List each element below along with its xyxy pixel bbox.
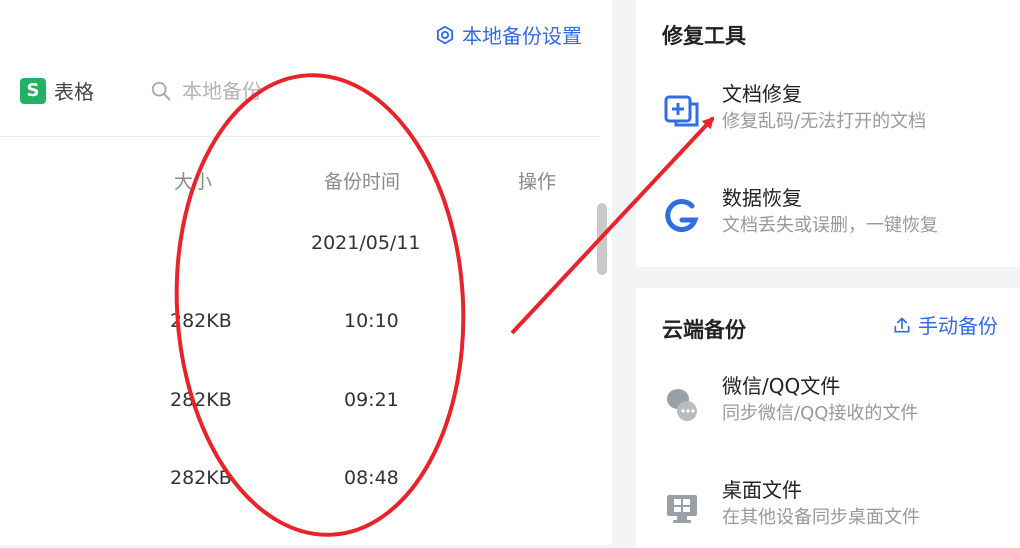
data-recovery-title: 数据恢复	[722, 186, 802, 210]
document-repair-subtitle: 修复乱码/无法打开的文档	[722, 111, 927, 132]
upload-icon	[894, 317, 910, 332]
repair-tools-title: 修复工具	[662, 24, 746, 48]
cloud-backup-card: 云端备份 手动备份 微信/QQ文件 同步微信/QQ接收的文件 桌面文件 在其他设…	[636, 288, 1020, 548]
wechat-qq-files-subtitle: 同步微信/QQ接收的文件	[722, 403, 919, 424]
document-repair-item[interactable]: 文档修复 修复乱码/无法打开的文档	[662, 80, 926, 136]
filter-row: S 表格	[20, 76, 324, 105]
local-backup-settings-link[interactable]: 本地备份设置	[434, 20, 582, 49]
column-header-action: 操作	[518, 171, 557, 193]
gear-icon	[436, 25, 454, 44]
sheet-type-label[interactable]: 表格	[54, 76, 94, 105]
search-input[interactable]	[180, 77, 324, 104]
desktop-files-item[interactable]: 桌面文件 在其他设备同步桌面文件	[662, 476, 920, 532]
row-time: 08:48	[344, 467, 399, 489]
local-backup-settings-label: 本地备份设置	[462, 24, 582, 48]
data-recovery-icon	[665, 199, 699, 232]
cloud-backup-title: 云端备份	[662, 318, 746, 342]
search-icon	[151, 81, 171, 100]
row-time: 09:21	[344, 389, 399, 411]
row-size: 282KB	[170, 310, 232, 332]
column-header-size: 大小	[174, 171, 213, 193]
date-group-label: 2021/05/11	[311, 232, 421, 254]
sheet-type-icon[interactable]: S	[20, 77, 46, 104]
local-backup-pane: 本地备份设置 S 表格 大小 备份时间 操作 2021/05/11 282KB …	[0, 0, 612, 545]
wechat-qq-files-title: 微信/QQ文件	[722, 374, 841, 398]
list-scrollbar[interactable]	[597, 203, 607, 275]
desktop-files-title: 桌面文件	[722, 478, 802, 502]
data-recovery-item[interactable]: 数据恢复 文档丢失或误删，一键恢复	[662, 184, 938, 240]
desktop-window-icon	[667, 495, 697, 523]
desktop-files-subtitle: 在其他设备同步桌面文件	[722, 507, 920, 528]
document-repair-title: 文档修复	[722, 82, 802, 106]
header-divider	[0, 136, 600, 137]
row-time: 10:10	[344, 310, 399, 332]
wechat-qq-files-item[interactable]: 微信/QQ文件 同步微信/QQ接收的文件	[662, 372, 918, 428]
row-size: 282KB	[170, 467, 232, 489]
search-box[interactable]	[150, 77, 324, 104]
manual-backup-label: 手动备份	[918, 314, 998, 338]
row-size: 282KB	[170, 389, 232, 411]
document-repair-icon	[664, 95, 699, 127]
repair-tools-card: 修复工具 文档修复 修复乱码/无法打开的文档 数据恢复 文档丢失或误删，一键恢复	[636, 0, 1020, 267]
data-recovery-subtitle: 文档丢失或误删，一键恢复	[722, 215, 938, 236]
chat-bubbles-icon	[667, 389, 697, 421]
manual-backup-button[interactable]: 手动备份	[892, 310, 998, 339]
column-header-backup-time: 备份时间	[324, 171, 401, 193]
